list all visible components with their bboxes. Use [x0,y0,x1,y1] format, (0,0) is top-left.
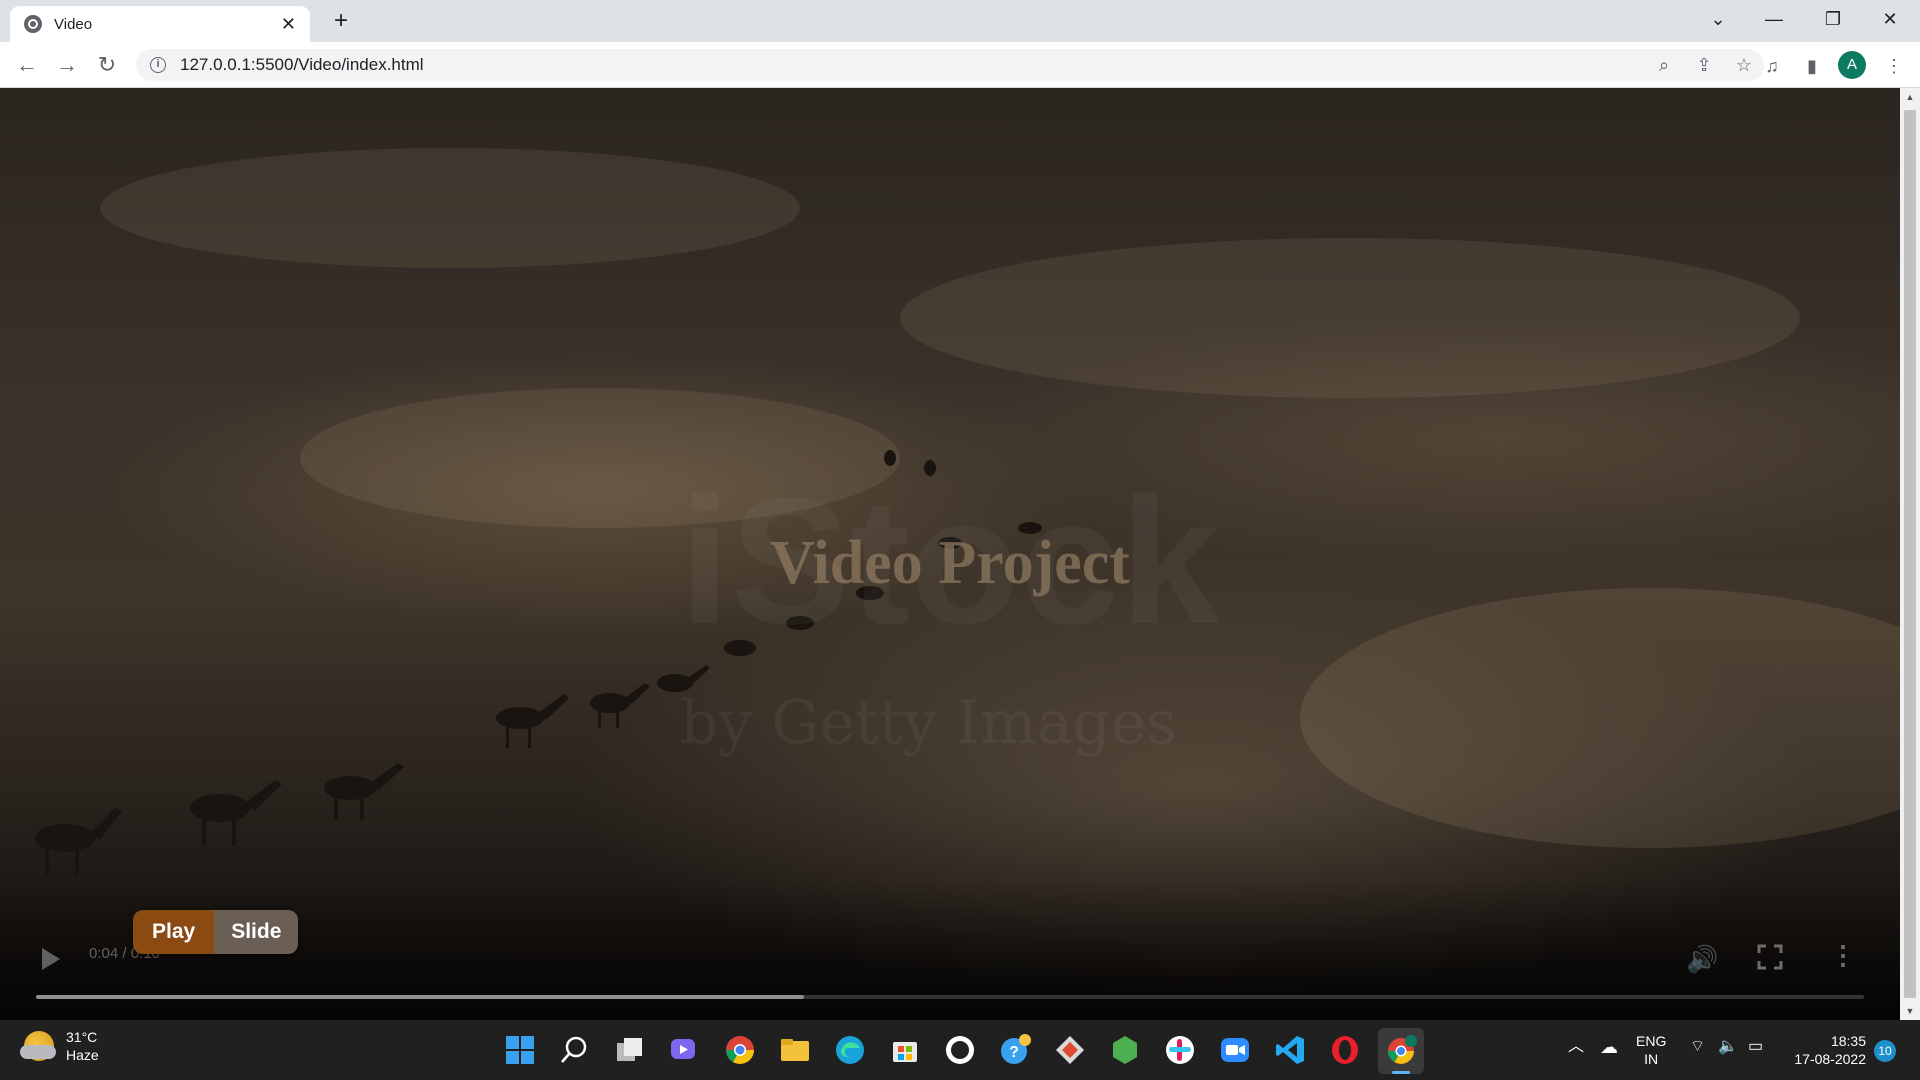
zoom-icon[interactable]: ⌕ [1644,55,1684,76]
opera-icon[interactable] [1328,1033,1362,1067]
more-options-icon[interactable]: ⋮ [1830,942,1856,968]
microsoft-store-icon[interactable] [888,1033,922,1067]
slack-icon[interactable] [1163,1033,1197,1067]
chrome-active-app[interactable] [1378,1028,1424,1074]
edge-icon[interactable] [833,1033,867,1067]
speaker-icon[interactable]: 🔈 [1718,1038,1738,1056]
page-scrollbar[interactable]: ▲ ▼ [1900,88,1920,1020]
git-tool-icon[interactable] [1053,1033,1087,1067]
active-indicator [1392,1071,1410,1074]
weather-temperature: 31°C [66,1029,98,1045]
fullscreen-icon[interactable] [1757,944,1783,970]
teams-chat-icon[interactable] [668,1033,702,1067]
wifi-icon[interactable]: ⌔ [1690,1038,1705,1056]
url-text: 127.0.0.1:5500/Video/index.html [180,55,424,74]
scroll-up-arrow-icon[interactable]: ▲ [1900,92,1920,102]
task-view-icon[interactable] [613,1033,647,1067]
video-title-overlay: Video Project [770,529,1130,597]
file-explorer-icon[interactable] [778,1033,812,1067]
volume-icon[interactable]: 🔊 [1686,944,1718,975]
globe-icon [24,15,42,33]
video-progress-bar[interactable] [36,995,1864,999]
tab-title: Video [54,15,93,33]
dune-shape [900,238,1800,398]
tab-search-icon[interactable]: ⌄ [1690,0,1746,40]
chrome-profile-icon [1388,1035,1417,1064]
slide-button[interactable]: Slide [214,910,299,954]
chrome-icon[interactable] [723,1033,757,1067]
address-bar[interactable]: i 127.0.0.1:5500/Video/index.html ⌕ ⇪ ☆ [136,49,1764,81]
browser-tab[interactable]: Video ✕ [10,6,310,42]
region-code: IN [1644,1051,1659,1067]
scroll-down-arrow-icon[interactable]: ▼ [1900,1006,1920,1016]
video-progress-fill [36,995,804,999]
scrollbar-thumb[interactable] [1904,110,1916,998]
get-help-icon[interactable]: ? [998,1033,1032,1067]
clock-date: 17-08-2022 [1794,1051,1866,1067]
profile-avatar[interactable]: A [1838,51,1866,79]
action-button-group: Play Slide [133,910,299,954]
media-control-icon[interactable]: ♫ [1758,52,1786,80]
search-icon[interactable] [558,1033,592,1067]
github-desktop-icon[interactable] [943,1033,977,1067]
restore-button[interactable]: ❐ [1805,0,1861,40]
tray-overflow-chevron-icon[interactable]: ︿ [1568,1038,1584,1056]
stock-watermark-subtitle: by Getty Images [680,688,1178,758]
play-button[interactable]: Play [133,910,215,954]
weather-widget[interactable]: 31°C Haze [20,1028,99,1064]
video-player[interactable]: iStock by Getty Images Video Project 0:0… [0,88,1900,1020]
clock-time: 18:35 [1830,1033,1866,1049]
windows-taskbar: 31°C Haze ? ︿ ☁ ENG IN ⌔ 🔈 ▭ 18:35 17-08… [0,1020,1920,1080]
weather-condition: Haze [66,1047,99,1063]
forward-button[interactable]: → [52,50,82,80]
language-indicator[interactable]: ENG IN [1636,1032,1666,1068]
browser-menu-icon[interactable]: ⋮ [1880,52,1908,80]
windows-start-icon[interactable] [503,1033,537,1067]
back-button[interactable]: ← [12,50,42,80]
browser-toolbar: ← → ↻ i 127.0.0.1:5500/Video/index.html … [0,42,1920,88]
browser-titlebar: Video ✕ + ⌄ — ❐ ✕ [0,0,1920,42]
notification-badge[interactable]: 10 [1874,1040,1896,1062]
share-icon[interactable]: ⇪ [1684,55,1724,76]
dune-shape [1300,588,1900,848]
onedrive-cloud-icon[interactable]: ☁ [1600,1038,1618,1056]
vscode-icon[interactable] [1273,1033,1307,1067]
clock[interactable]: 18:35 17-08-2022 [1786,1032,1866,1068]
minimize-button[interactable]: — [1746,0,1802,40]
reload-button[interactable]: ↻ [92,50,122,80]
language-code: ENG [1636,1033,1667,1049]
zoom-icon[interactable] [1218,1033,1252,1067]
site-info-icon[interactable]: i [150,57,166,73]
dune-shape [100,148,800,268]
svg-text:?: ? [1009,1044,1019,1061]
tab-close-icon[interactable]: ✕ [281,14,296,35]
weather-haze-icon [20,1031,56,1061]
play-icon[interactable] [42,948,60,970]
side-panel-icon[interactable]: ▮ [1798,52,1826,80]
new-tab-button[interactable]: + [326,6,356,36]
close-window-button[interactable]: ✕ [1862,0,1918,40]
nodejs-icon[interactable] [1108,1033,1142,1067]
battery-icon[interactable]: ▭ [1748,1038,1763,1056]
